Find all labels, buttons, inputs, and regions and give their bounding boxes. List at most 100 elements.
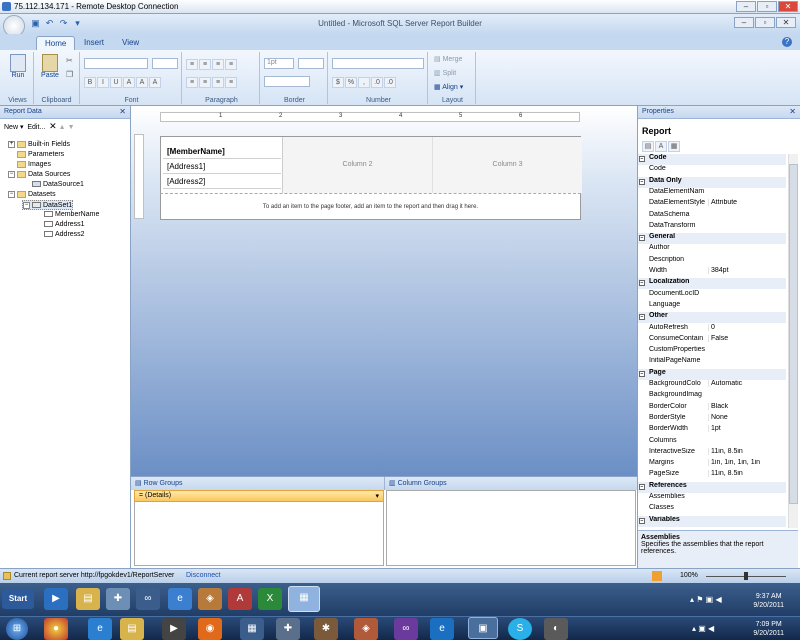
tree-item-builtin-fields[interactable]: + Built-in Fields	[8, 140, 70, 150]
tree-item-address1[interactable]: Address1	[44, 220, 85, 230]
align-top-button[interactable]: ≡	[186, 77, 198, 88]
property-row[interactable]: InteractiveSize 11in, 8.5in	[638, 447, 786, 459]
minimize-button[interactable]: –	[734, 17, 754, 28]
tree-item-parameters[interactable]: Parameters	[8, 150, 64, 160]
property-category[interactable]: − Code	[638, 154, 786, 165]
property-row[interactable]: BorderStyle None	[638, 413, 786, 425]
details-group[interactable]: = (Details) ▾	[134, 490, 384, 502]
start-button[interactable]: Start	[2, 589, 34, 609]
collapse-icon[interactable]: −	[639, 280, 645, 287]
border-width-dropdown[interactable]: 1pt	[264, 58, 294, 69]
tree-item-images[interactable]: Images	[8, 160, 51, 170]
page-footer[interactable]: To add an item to the page footer, add a…	[160, 193, 581, 220]
property-value[interactable]: 11in, 8.5in	[708, 470, 786, 478]
sql-icon[interactable]: ◈	[354, 618, 378, 640]
cut-icon[interactable]: ✂	[66, 56, 73, 65]
collapse-icon[interactable]: −	[23, 201, 30, 209]
tree-item-membername[interactable]: MemberName	[44, 210, 99, 220]
disconnect-link[interactable]: Disconnect	[186, 572, 221, 579]
comma-button[interactable]: ,	[358, 77, 370, 88]
remote-clock[interactable]: 9:37 AM 9/20/2011	[753, 592, 784, 610]
property-category[interactable]: − Localization	[638, 278, 786, 290]
windows-orb-icon[interactable]: ⊞	[6, 618, 28, 640]
property-value[interactable]: Attribute	[708, 199, 786, 207]
italic-button[interactable]: I	[97, 77, 109, 88]
property-category[interactable]: − General	[638, 233, 786, 245]
merge-button[interactable]: ▤ Merge	[434, 55, 462, 63]
property-pages-icon[interactable]: ▦	[668, 141, 680, 152]
align-button[interactable]: ▦ Align ▾	[434, 83, 463, 91]
volume-icon[interactable]: ◀	[715, 595, 721, 604]
toolbox-icon[interactable]: ✱	[314, 618, 338, 640]
excel-icon[interactable]: X	[258, 588, 282, 610]
property-row[interactable]: PageSize 11in, 8.5in	[638, 470, 786, 481]
ie2-icon[interactable]: e	[430, 618, 454, 640]
font-color-button[interactable]: A	[123, 77, 135, 88]
property-row[interactable]: Author	[638, 244, 786, 255]
property-row[interactable]: BorderColor Black	[638, 402, 786, 414]
tab-view[interactable]: View	[114, 36, 147, 50]
customize-icon[interactable]: ▾	[72, 18, 83, 29]
skype-icon[interactable]: S	[508, 618, 532, 640]
font-name-dropdown[interactable]	[84, 58, 148, 69]
property-category[interactable]: − References	[638, 481, 786, 493]
help-icon[interactable]: ?	[782, 37, 792, 47]
align-center-button[interactable]: ≡	[199, 59, 211, 70]
property-row[interactable]: BorderWidth 1pt	[638, 425, 786, 436]
decrease-decimal-button[interactable]: .0	[384, 77, 396, 88]
column-2-cell[interactable]: Column 2	[282, 137, 432, 193]
sql-icon[interactable]: ◈	[198, 588, 222, 610]
align-bottom-button[interactable]: ≡	[212, 77, 224, 88]
collapse-icon[interactable]: −	[639, 156, 645, 162]
property-value[interactable]: 0	[708, 323, 786, 331]
underline-button[interactable]: U	[110, 77, 122, 88]
delete-icon[interactable]: ✕	[49, 121, 57, 131]
rdp-taskbar-button[interactable]: ▣	[468, 617, 498, 639]
currency-button[interactable]: $	[332, 77, 344, 88]
row-groups-area[interactable]	[134, 502, 384, 566]
tree-item-data-sources[interactable]: − Data Sources	[8, 170, 70, 180]
property-category[interactable]: − Page	[638, 368, 786, 380]
save-icon[interactable]: ▣	[30, 18, 41, 29]
property-row[interactable]: AutoRefresh 0	[638, 323, 786, 335]
property-value[interactable]: False	[708, 334, 786, 342]
close-icon[interactable]: ✕	[789, 107, 796, 116]
run-button[interactable]: Run	[5, 54, 31, 79]
property-value[interactable]: 1in, 1in, 1in, 1in	[708, 459, 786, 467]
edit-button[interactable]: Edit...	[27, 124, 45, 131]
property-row[interactable]: DataElementStyle Attribute	[638, 199, 786, 210]
tree-item-datasets[interactable]: − Datasets	[8, 190, 56, 200]
alphabetical-icon[interactable]: A	[655, 141, 667, 152]
arrow-icon[interactable]: ▴	[692, 624, 696, 633]
explorer-icon[interactable]: ▤	[76, 588, 100, 610]
property-row[interactable]: Code	[638, 165, 786, 176]
local-clock[interactable]: 7:09 PM 9/20/2011	[753, 620, 784, 638]
property-value[interactable]: Black	[708, 402, 786, 410]
property-row[interactable]: ConsumeContain False	[638, 334, 786, 346]
property-row[interactable]: DataTransform	[638, 222, 786, 233]
list-button[interactable]: ≡	[225, 77, 237, 88]
chrome-icon[interactable]: ●	[44, 618, 68, 640]
rdp-restore-button[interactable]: ▫	[757, 1, 777, 12]
close-icon[interactable]: ✕	[119, 107, 126, 116]
scrollbar-thumb[interactable]	[789, 164, 798, 504]
vs-icon[interactable]: ∞	[394, 618, 418, 640]
property-row[interactable]: Classes	[638, 504, 786, 515]
expand-icon[interactable]: +	[8, 140, 15, 148]
split-button[interactable]: ▥ Split	[434, 69, 456, 77]
property-category[interactable]: − Data Only	[638, 176, 786, 188]
collapse-icon[interactable]: −	[639, 483, 645, 490]
zoom-slider-thumb[interactable]	[744, 572, 748, 580]
percent-button[interactable]: %	[345, 77, 357, 88]
volume-icon[interactable]: ◀	[708, 624, 714, 633]
network-icon[interactable]: ▣	[706, 595, 714, 604]
property-category[interactable]: − Variables	[638, 515, 786, 527]
dropdown-icon[interactable]: ▾	[375, 492, 379, 500]
column-groups-area[interactable]	[386, 490, 636, 566]
property-row[interactable]: DataElementNam	[638, 188, 786, 199]
property-value[interactable]: Automatic	[708, 380, 786, 387]
collapse-icon[interactable]: −	[639, 178, 645, 185]
categorized-icon[interactable]: ▤	[642, 141, 654, 152]
fit-icon[interactable]	[652, 571, 662, 581]
paste-button[interactable]: Paste	[38, 54, 62, 79]
